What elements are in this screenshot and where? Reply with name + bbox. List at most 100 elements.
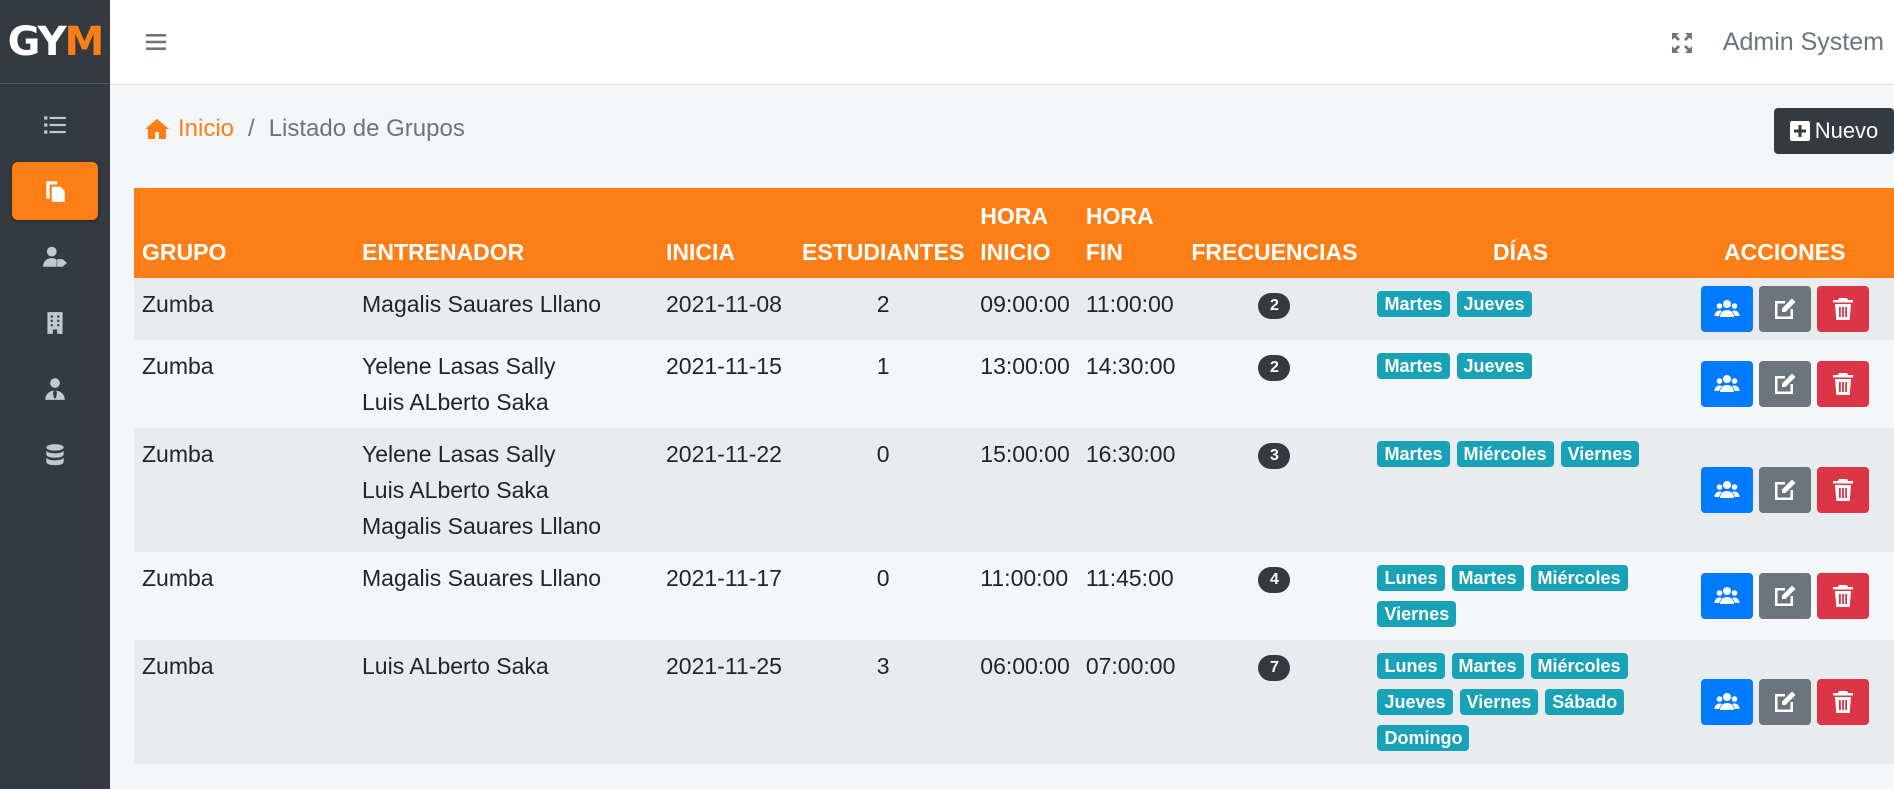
day-badge: Viernes xyxy=(1560,441,1640,467)
day-badge: Lunes xyxy=(1377,565,1445,591)
brand-logo[interactable]: GY M xyxy=(0,0,110,84)
cell-entrenador: Magalis Sauares Lllano xyxy=(354,552,658,640)
edit-button[interactable] xyxy=(1758,573,1811,619)
cell-acciones xyxy=(1675,552,1894,640)
sidebar-item-groups[interactable] xyxy=(12,162,98,220)
edit-icon xyxy=(1774,479,1796,500)
day-badge: Jueves xyxy=(1456,353,1532,379)
table-row: Zumba Yelene Lasas Sally Luis ALberto Sak… xyxy=(134,428,1894,552)
trainer-name: Magalis Sauares Lllano xyxy=(362,291,602,317)
trash-icon xyxy=(1832,585,1853,607)
users-icon xyxy=(1714,481,1740,498)
breadcrumb-home[interactable]: Inicio xyxy=(144,115,234,143)
sidebar: GY M xyxy=(0,0,110,789)
delete-button[interactable] xyxy=(1816,286,1869,332)
trash-icon xyxy=(1832,479,1853,501)
header-hora-inicio: HORA INICIO xyxy=(972,188,1078,278)
menu-toggle-button[interactable] xyxy=(144,30,168,54)
cell-grupo: Zumba xyxy=(142,291,214,317)
trainer-name: Magalis Sauares Lllano xyxy=(362,513,602,539)
building-icon xyxy=(47,312,63,334)
trash-icon xyxy=(1832,691,1853,713)
edit-button[interactable] xyxy=(1758,679,1811,725)
day-badge: Martes xyxy=(1377,353,1450,379)
users-icon xyxy=(1714,375,1740,392)
bars-icon xyxy=(146,34,166,50)
students-button[interactable] xyxy=(1700,573,1753,619)
edit-icon xyxy=(1774,298,1796,319)
day-badge: Viernes xyxy=(1377,601,1457,627)
delete-button[interactable] xyxy=(1816,467,1869,513)
days-list: Martes Miércoles Viernes xyxy=(1377,436,1647,472)
user-name[interactable]: Admin System xyxy=(1723,28,1884,57)
cell-grupo: Zumba xyxy=(142,653,214,679)
day-badge: Jueves xyxy=(1456,291,1532,317)
user-tag-icon xyxy=(43,246,67,267)
breadcrumb-separator: / xyxy=(248,115,255,142)
table-row: Zumba Magalis Sauares Lllano 2021-11-08 … xyxy=(134,278,1894,340)
header-dias: DÍAS xyxy=(1493,239,1548,265)
sidebar-item-building[interactable] xyxy=(12,294,98,352)
students-button[interactable] xyxy=(1700,286,1753,332)
trash-icon xyxy=(1832,298,1853,320)
cell-hora-fin: 11:45:00 xyxy=(1085,565,1174,591)
row-actions xyxy=(1683,361,1886,407)
cell-grupo: Zumba xyxy=(142,565,214,591)
edit-button[interactable] xyxy=(1758,467,1811,513)
cell-entrenador: Magalis Sauares Lllano xyxy=(354,278,658,340)
cell-entrenador: Yelene Lasas Sally Luis ALberto Saka Magal… xyxy=(354,428,658,552)
students-button[interactable] xyxy=(1700,361,1753,407)
frequency-badge: 3 xyxy=(1258,442,1291,469)
row-actions xyxy=(1683,679,1886,725)
user-tie-icon xyxy=(45,378,65,400)
list-icon xyxy=(44,116,66,134)
cell-frecuencias: 2 xyxy=(1183,278,1365,340)
fullscreen-button[interactable] xyxy=(1670,31,1694,55)
cell-entrenador: Yelene Lasas Sally Luis ALberto Saka xyxy=(354,340,658,428)
cell-inicia: 2021-11-22 xyxy=(666,441,782,467)
header-inicia: INICIA xyxy=(666,239,735,265)
students-button[interactable] xyxy=(1700,467,1753,513)
cell-inicia: 2021-11-15 xyxy=(666,353,782,379)
sidebar-nav xyxy=(0,96,110,484)
cell-hora-fin: 14:30:00 xyxy=(1085,353,1176,379)
row-actions xyxy=(1683,573,1886,619)
cell-frecuencias: 7 xyxy=(1183,640,1365,764)
cell-frecuencias: 3 xyxy=(1183,428,1365,552)
cell-hora-inicio: 06:00:00 xyxy=(980,653,1070,679)
cell-hora-fin: 07:00:00 xyxy=(1085,653,1176,679)
day-badge: Martes xyxy=(1377,291,1450,317)
edit-icon xyxy=(1774,373,1796,394)
edit-button[interactable] xyxy=(1758,286,1811,332)
days-list: Lunes Martes Miércoles Viernes xyxy=(1377,560,1647,632)
frequency-badge: 2 xyxy=(1258,292,1291,319)
cell-inicia: 2021-11-25 xyxy=(666,653,782,679)
header-frecuencias: FRECUENCIAS xyxy=(1191,239,1358,265)
cell-hora-inicio: 15:00:00 xyxy=(980,441,1070,467)
new-group-button[interactable]: Nuevo xyxy=(1774,108,1894,154)
expand-arrows-icon xyxy=(1672,33,1692,53)
cell-hora-inicio: 11:00:00 xyxy=(980,565,1069,591)
cell-inicia: 2021-11-17 xyxy=(666,565,782,591)
trainer-name: Magalis Sauares Lllano xyxy=(362,565,602,591)
cell-hora-inicio: 09:00:00 xyxy=(980,291,1070,317)
days-list: Lunes Martes Miércoles Jueves Viernes Sábado D… xyxy=(1377,648,1647,756)
sidebar-item-list[interactable] xyxy=(12,96,98,154)
day-badge: Martes xyxy=(1451,565,1524,591)
users-icon xyxy=(1714,587,1740,604)
delete-button[interactable] xyxy=(1816,573,1869,619)
sidebar-item-trainers[interactable] xyxy=(12,360,98,418)
breadcrumb: Inicio / Listado de Grupos xyxy=(144,115,465,143)
trainer-name: Luis ALberto Saka xyxy=(362,477,549,503)
header-hora-inicio-line1: HORA xyxy=(980,203,1049,229)
edit-button[interactable] xyxy=(1758,361,1811,407)
sidebar-item-database[interactable] xyxy=(12,426,98,484)
header-hora-fin: HORA FIN xyxy=(1078,188,1184,278)
students-button[interactable] xyxy=(1700,679,1753,725)
delete-button[interactable] xyxy=(1816,679,1869,725)
delete-button[interactable] xyxy=(1816,361,1869,407)
sidebar-item-users[interactable] xyxy=(12,228,98,286)
day-badge: Jueves xyxy=(1377,689,1453,715)
day-badge: Martes xyxy=(1377,441,1450,467)
cell-hora-fin: 16:30:00 xyxy=(1085,441,1176,467)
